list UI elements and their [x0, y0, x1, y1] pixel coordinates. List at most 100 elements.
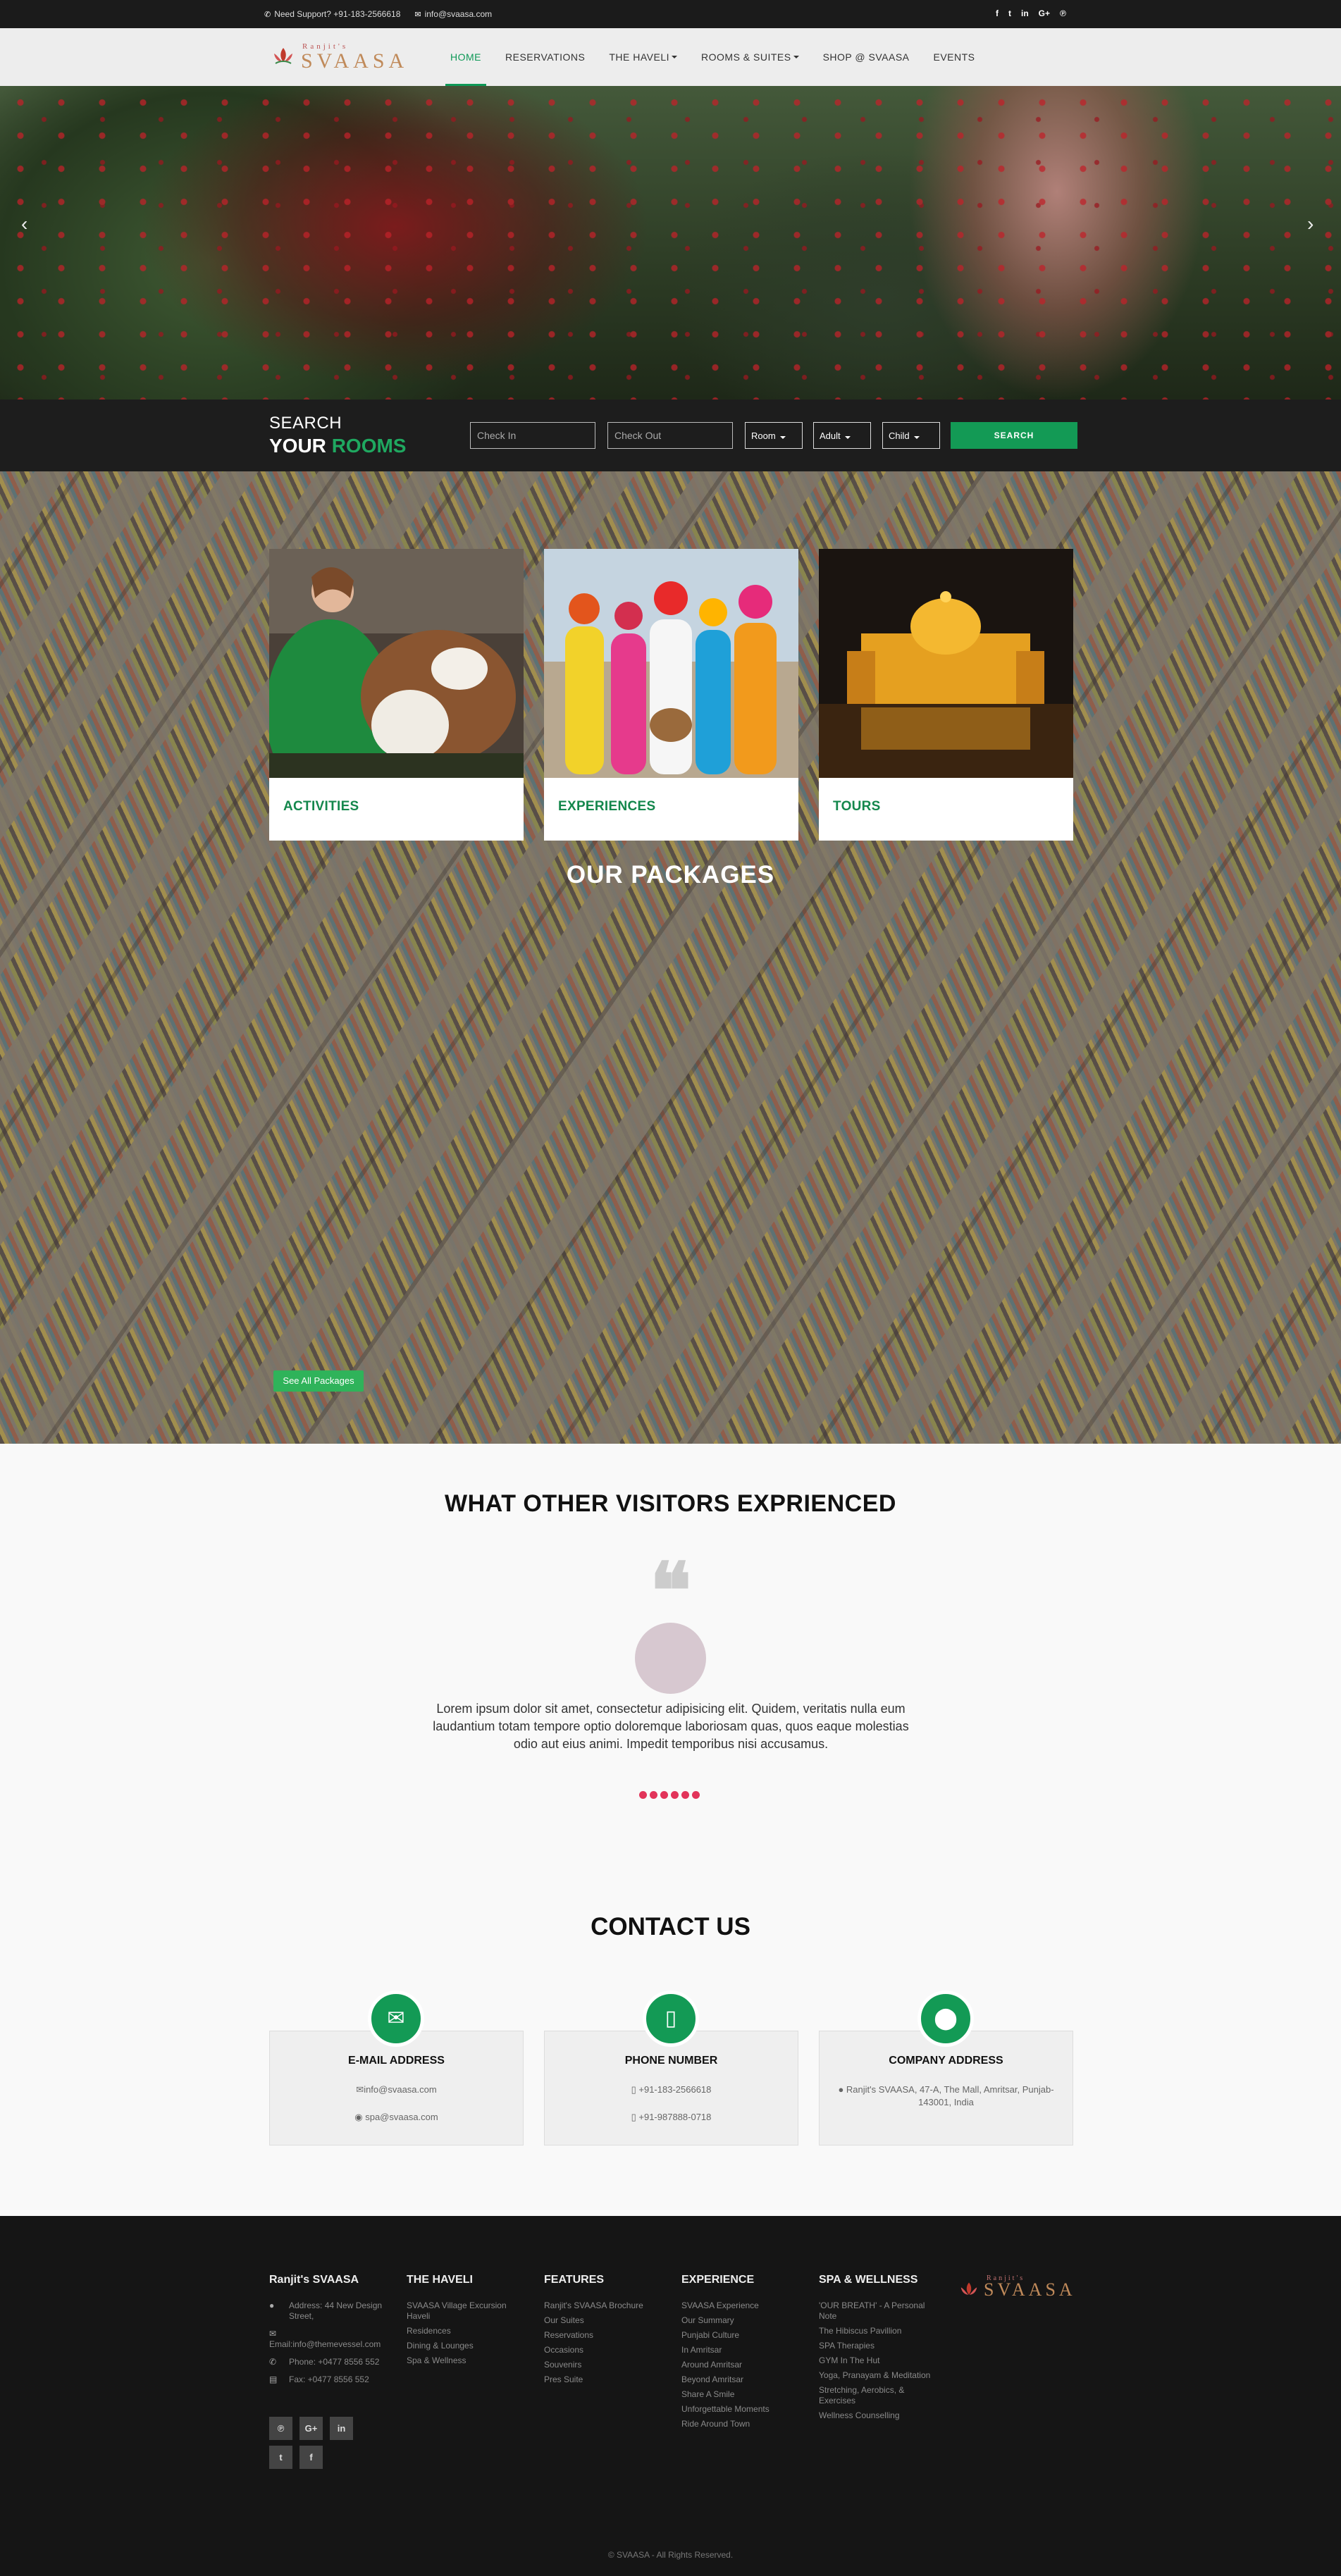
footer-link[interactable]: Unforgettable Moments — [681, 2404, 805, 2415]
footer-link[interactable]: GYM In The Hut — [819, 2355, 939, 2366]
footer-link[interactable]: Our Suites — [544, 2315, 667, 2326]
pager-dot[interactable] — [681, 1791, 689, 1799]
footer-link[interactable]: SPA Therapies — [819, 2341, 939, 2351]
avatar — [635, 1623, 706, 1694]
pinterest-icon[interactable]: ℗ — [269, 2417, 292, 2440]
footer-link[interactable]: Spa & Wellness — [407, 2355, 526, 2366]
phone-line-2[interactable]: ▯ +91-987888-0718 — [559, 2111, 784, 2124]
activities-image — [269, 549, 524, 778]
testimonial-text: Lorem ipsum dolor sit amet, consectetur … — [433, 1702, 909, 1751]
footer-link[interactable]: 'OUR BREATH' - A Personal Note — [819, 2301, 939, 2322]
linkedin-icon[interactable]: in — [1021, 8, 1029, 18]
nav-home[interactable]: HOME — [438, 28, 493, 86]
footer-link[interactable]: SVAASA Village Excursion Haveli — [407, 2301, 526, 2322]
footer-email[interactable]: Email:info@themevessel.com — [269, 2339, 396, 2350]
room-search-bar: SEARCH YOUR ROOMS Check In Check Out Roo… — [0, 400, 1341, 471]
slider-prev-icon[interactable]: ‹ — [21, 213, 27, 235]
quote-icon: ❝ — [650, 1549, 692, 1635]
footer-link[interactable]: Our Summary — [681, 2315, 805, 2326]
child-select[interactable]: Child — [882, 422, 940, 449]
envelope-icon: ✉ — [414, 11, 421, 19]
pager-dot[interactable] — [692, 1791, 700, 1799]
top-bar: ✆ Need Support? +91-183-2566618 ✉ info@sva… — [0, 0, 1341, 28]
caret-down-icon — [845, 436, 851, 439]
see-all-packages-button[interactable]: See All Packages — [273, 1370, 364, 1392]
activities-label: ACTIVITIES — [283, 799, 359, 814]
check-in-input[interactable]: Check In — [470, 422, 595, 449]
experiences-card[interactable]: EXPERIENCES — [544, 549, 798, 841]
footer-col-experience: EXPERIENCE SVAASA Experience Our Summary… — [681, 2274, 805, 2434]
footer-link[interactable]: Yoga, Pranayam & Meditation — [819, 2370, 939, 2381]
footer-link[interactable]: Occasions — [544, 2345, 667, 2355]
footer-link[interactable]: Wellness Counselling — [819, 2410, 939, 2421]
twitter-icon[interactable]: t — [269, 2446, 292, 2469]
footer-logo[interactable]: Ranjit's SVAASA — [958, 2274, 1073, 2303]
footer-link[interactable]: Around Amritsar — [681, 2360, 805, 2370]
tours-label: TOURS — [833, 799, 881, 814]
mobile-icon: ▯ — [643, 1990, 699, 2047]
footer-link[interactable]: The Hibiscus Pavillion — [819, 2326, 939, 2336]
pinterest-icon[interactable]: ℗ — [1060, 8, 1066, 18]
email-line-1[interactable]: ✉info@svaasa.com — [284, 2083, 509, 2096]
google-plus-icon[interactable]: G+ — [299, 2417, 323, 2440]
adult-select[interactable]: Adult — [813, 422, 871, 449]
facebook-icon[interactable]: f — [996, 8, 999, 18]
address-text: ● Ranjit's SVAASA, 47-A, The Mall, Amrit… — [838, 2084, 1054, 2107]
footer-link[interactable]: Stretching, Aerobics, & Exercises — [819, 2385, 939, 2406]
footer-link[interactable]: Punjabi Culture — [681, 2330, 805, 2341]
pager-dot[interactable] — [650, 1791, 657, 1799]
caret-down-icon — [780, 436, 786, 439]
caret-down-icon — [672, 56, 678, 58]
room-select[interactable]: Room — [745, 422, 803, 449]
footer-link[interactable]: SVAASA Experience — [681, 2301, 805, 2311]
phone-icon: ✆ — [269, 2357, 277, 2367]
tours-image — [819, 549, 1073, 778]
footer-link[interactable]: Share A Smile — [681, 2389, 805, 2400]
email-heading: E-MAIL ADDRESS — [348, 2055, 445, 2067]
footer-link[interactable]: Pres Suite — [544, 2374, 667, 2385]
nav-events[interactable]: EVENTS — [922, 28, 987, 86]
pager-dot[interactable] — [660, 1791, 668, 1799]
footer-link[interactable]: Ranjit's SVAASA Brochure — [544, 2301, 667, 2311]
address-heading: COMPANY ADDRESS — [889, 2055, 1003, 2067]
envelope-icon: ✉ — [368, 1990, 424, 2047]
footer-link[interactable]: In Amritsar — [681, 2345, 805, 2355]
experiences-image — [544, 549, 798, 778]
mobile-icon: ▯ — [631, 2112, 639, 2122]
pager-dot[interactable] — [639, 1791, 647, 1799]
fax-icon: ▤ — [269, 2374, 278, 2384]
activities-card[interactable]: ACTIVITIES — [269, 549, 524, 841]
footer-link[interactable]: Ride Around Town — [681, 2419, 805, 2429]
caret-down-icon — [914, 436, 920, 439]
check-out-input[interactable]: Check Out — [607, 422, 733, 449]
slider-next-icon[interactable]: › — [1307, 213, 1314, 235]
nav-shop[interactable]: SHOP @ SVAASA — [811, 28, 922, 86]
email-contact-box: E-MAIL ADDRESS ✉info@svaasa.com ◉ spa@sv… — [269, 2031, 524, 2145]
caret-down-icon — [793, 56, 799, 58]
tours-card[interactable]: TOURS — [819, 549, 1073, 841]
map-marker-icon: ● — [269, 2301, 275, 2310]
google-plus-icon[interactable]: G+ — [1039, 8, 1050, 18]
nav-rooms-suites[interactable]: ROOMS & SUITES — [689, 28, 811, 86]
nav-reservations[interactable]: RESERVATIONS — [493, 28, 597, 86]
testimonials-title: WHAT OTHER VISITORS EXPRIENCED — [445, 1490, 896, 1517]
phone-line-1[interactable]: ▯ +91-183-2566618 — [559, 2083, 784, 2096]
site-logo[interactable]: Ranjit's SVAASA — [271, 41, 405, 73]
footer-link[interactable]: Dining & Lounges — [407, 2341, 526, 2351]
search-button[interactable]: SEARCH — [951, 422, 1077, 449]
email-line-2[interactable]: ◉ spa@svaasa.com — [284, 2111, 509, 2124]
footer-link[interactable]: Residences — [407, 2326, 526, 2336]
nav-the-haveli[interactable]: THE HAVELI — [597, 28, 689, 86]
pager-dot[interactable] — [671, 1791, 679, 1799]
copyright: © SVAASA - All Rights Reserved. — [607, 2550, 734, 2560]
footer-link[interactable]: Souvenirs — [544, 2360, 667, 2370]
twitter-icon[interactable]: t — [1008, 8, 1011, 18]
footer-link[interactable]: Beyond Amritsar — [681, 2374, 805, 2385]
footer-link[interactable]: Reservations — [544, 2330, 667, 2341]
mobile-icon: ▯ — [631, 2084, 639, 2095]
linkedin-icon[interactable]: in — [330, 2417, 353, 2440]
facebook-icon[interactable]: f — [299, 2446, 323, 2469]
envelope-icon: ✉ — [269, 2329, 277, 2339]
email-info[interactable]: ✉ info@svaasa.com — [414, 9, 492, 19]
footer: Ranjit's SVAASA ● Address: 44 New Design … — [0, 2216, 1341, 2576]
